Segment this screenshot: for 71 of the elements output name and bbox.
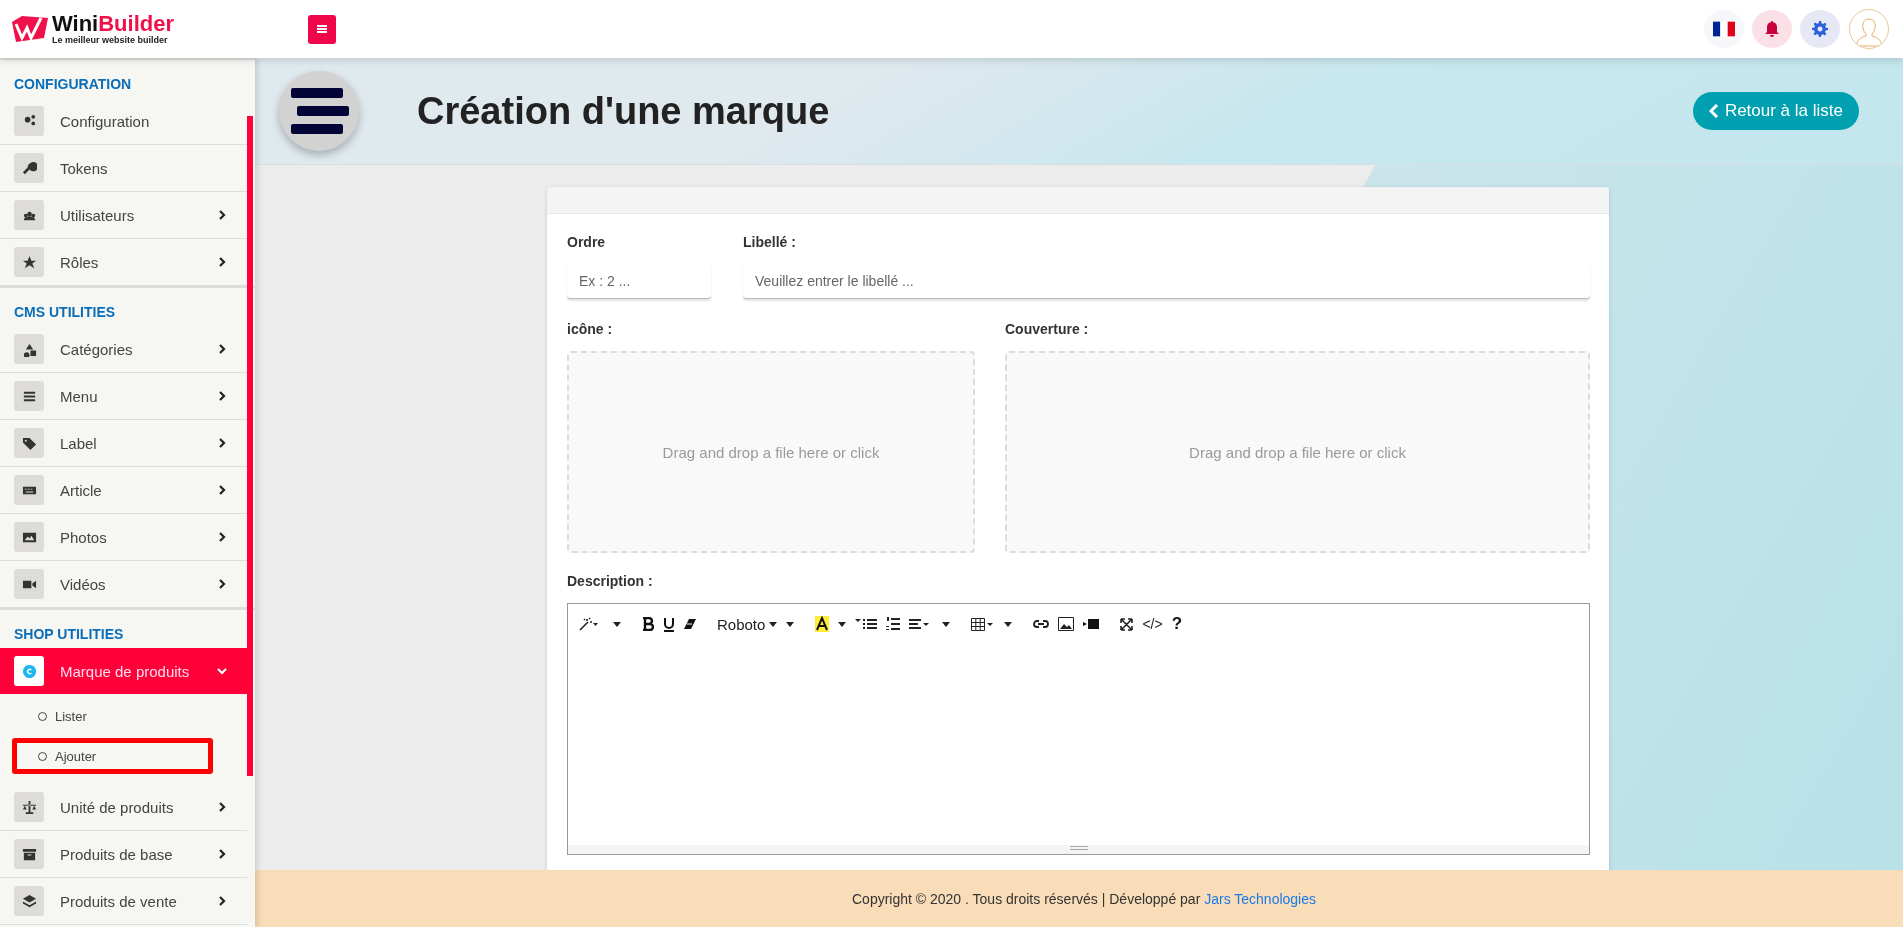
logo-text: WiniBuilder xyxy=(52,13,175,35)
sidebar-item[interactable]: Produits de base xyxy=(0,831,247,878)
users-icon xyxy=(14,200,44,230)
sidebar-item[interactable]: Vidéos xyxy=(0,561,247,608)
fullscreen-icon[interactable] xyxy=(1120,617,1134,631)
bell-icon xyxy=(1764,20,1780,38)
field-label: icône : xyxy=(567,321,614,337)
video-icon[interactable] xyxy=(1083,619,1100,629)
sidebar-item[interactable]: Rôles xyxy=(0,239,247,286)
language-button[interactable] xyxy=(1704,10,1744,48)
menu-button[interactable] xyxy=(308,14,336,44)
user-silhouette-icon xyxy=(1854,16,1884,48)
underline-icon[interactable] xyxy=(663,616,675,632)
copyright-icon xyxy=(14,656,44,686)
chevron-left-icon xyxy=(1708,104,1719,118)
video-camera-icon xyxy=(14,569,44,599)
bold-icon[interactable] xyxy=(642,617,654,631)
sidebar-item[interactable]: Utilisateurs xyxy=(0,192,247,239)
sidebar-item[interactable]: Tokens xyxy=(0,145,247,192)
shapes-icon xyxy=(14,334,44,364)
resize-handle[interactable] xyxy=(568,845,1589,854)
submenu-item[interactable]: Lister xyxy=(0,702,215,730)
sidebar-item[interactable]: Catégories xyxy=(0,326,247,373)
bulleted-list-icon[interactable] xyxy=(855,618,878,630)
list-icon xyxy=(14,381,44,411)
notifications-button[interactable] xyxy=(1752,10,1792,48)
field-label: Libellé : xyxy=(743,234,797,250)
eraser-icon[interactable] xyxy=(684,618,696,630)
sidebar-item[interactable]: Photos xyxy=(0,514,247,561)
caret-icon[interactable] xyxy=(613,621,621,627)
scrollbar-thumb[interactable] xyxy=(247,116,253,776)
sidebar-item[interactable]: Produits de vente xyxy=(0,878,247,925)
archive-box-icon xyxy=(14,839,44,869)
menu-icon xyxy=(316,23,328,35)
sidebar-item[interactable]: Label xyxy=(0,420,247,467)
code-view-button[interactable]: </> xyxy=(1142,616,1163,632)
caret-icon[interactable] xyxy=(1004,621,1013,627)
copyright-text: Copyright © 2020 . Tous droits réservés | Développé par Jars Technologies xyxy=(852,890,1316,907)
settings-icon xyxy=(1812,21,1828,37)
keyboard-icon xyxy=(14,475,44,505)
image-icon xyxy=(14,522,44,552)
tag-icon xyxy=(14,428,44,458)
font-dropdown[interactable]: Roboto xyxy=(717,615,778,633)
field-label: Couverture : xyxy=(1005,321,1090,337)
logo-tagline: Le meilleur website builder xyxy=(52,35,169,45)
image-icon[interactable] xyxy=(1058,617,1075,631)
sidebar-item[interactable]: Article xyxy=(0,467,247,514)
page-header-icon xyxy=(279,71,359,151)
caret-icon[interactable] xyxy=(942,621,951,627)
numbered-list-icon[interactable] xyxy=(886,617,901,631)
table-icon[interactable] xyxy=(971,617,996,631)
logo[interactable]: WiniBuilder Le meilleur website builder xyxy=(10,12,308,46)
field-label: Description : xyxy=(567,573,654,589)
submenu-item[interactable]: Ajouter xyxy=(12,738,213,774)
text-color-icon[interactable] xyxy=(815,616,830,632)
sidebar-item[interactable]: Configuration xyxy=(0,98,247,145)
layers-icon xyxy=(14,886,44,916)
label-field[interactable]: Veuillez entrer le libellé ... xyxy=(743,264,1590,299)
caret-icon[interactable] xyxy=(838,621,847,627)
key-icon xyxy=(14,153,44,183)
order-field[interactable]: Ex : 2 ... xyxy=(567,264,711,299)
sidebar-item[interactable]: Unité de produits xyxy=(0,784,247,831)
flag-icon xyxy=(1713,21,1735,37)
help-button[interactable]: ? xyxy=(1171,614,1182,634)
field-label: Ordre xyxy=(567,234,607,250)
link-icon[interactable] xyxy=(1033,619,1050,629)
sidebar-item[interactable]: Menu xyxy=(0,373,247,420)
gears-icon xyxy=(14,106,44,136)
page-title: Création d'une marque xyxy=(417,89,830,133)
settings-button[interactable] xyxy=(1800,10,1840,48)
scale-icon xyxy=(14,792,44,822)
